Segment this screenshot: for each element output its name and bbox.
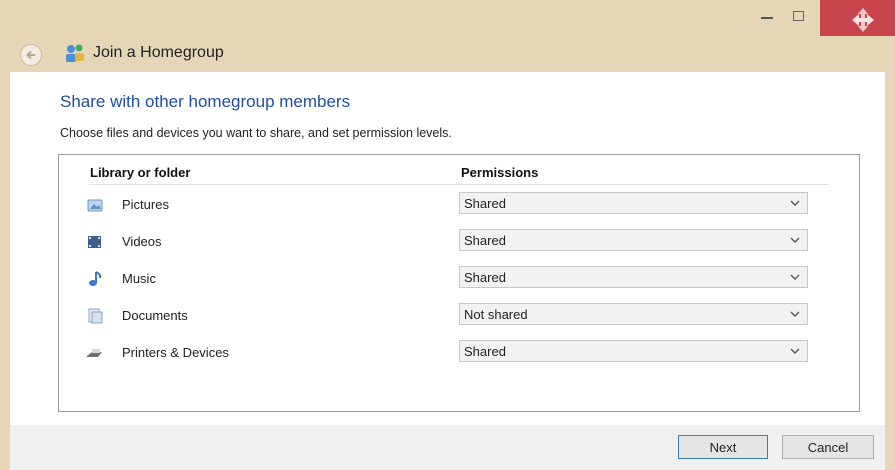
- library-label: Videos: [122, 234, 162, 249]
- cancel-button[interactable]: Cancel: [782, 435, 874, 459]
- printer-icon: [87, 349, 102, 357]
- pictures-icon: [87, 199, 103, 212]
- library-label: Documents: [122, 308, 188, 323]
- permission-select[interactable]: Not shared: [459, 303, 808, 325]
- library-label: Printers & Devices: [122, 345, 229, 360]
- list-item: Music Shared: [59, 266, 859, 292]
- instruction-text: Choose files and devices you want to sha…: [60, 126, 452, 140]
- back-arrow-icon: [26, 50, 35, 60]
- close-icon: [852, 8, 874, 32]
- sharing-panel: Library or folder Permissions Pictures S…: [58, 154, 860, 412]
- column-header-permissions: Permissions: [461, 165, 539, 180]
- library-label: Music: [122, 271, 156, 286]
- list-item: Pictures Shared: [59, 192, 859, 218]
- minimize-button[interactable]: [755, 6, 779, 26]
- permission-value: Shared: [464, 344, 506, 359]
- permission-value: Shared: [464, 270, 506, 285]
- dialog-footer: Next Cancel: [10, 425, 885, 470]
- chevron-down-icon: [790, 311, 800, 317]
- chevron-down-icon: [790, 200, 800, 206]
- title-bar: Join a Homegroup: [0, 0, 895, 72]
- permission-select[interactable]: Shared: [459, 340, 808, 362]
- header-divider: [89, 184, 829, 185]
- chevron-down-icon: [790, 274, 800, 280]
- window-title: Join a Homegroup: [93, 44, 224, 61]
- list-item: Printers & Devices Shared: [59, 340, 859, 366]
- documents-icon: [88, 308, 103, 324]
- column-header-library: Library or folder: [90, 165, 191, 180]
- list-item: Videos Shared: [59, 229, 859, 255]
- homegroup-icon: [66, 44, 84, 62]
- permission-select[interactable]: Shared: [459, 266, 808, 288]
- permission-select[interactable]: Shared: [459, 192, 808, 214]
- music-icon: [89, 271, 102, 286]
- main-content: Share with other homegroup members Choos…: [10, 72, 885, 425]
- permission-value: Shared: [464, 196, 506, 211]
- chevron-down-icon: [790, 348, 800, 354]
- chevron-down-icon: [790, 237, 800, 243]
- library-label: Pictures: [122, 197, 169, 212]
- maximize-button[interactable]: [786, 6, 810, 26]
- permission-select[interactable]: Shared: [459, 229, 808, 251]
- permission-value: Not shared: [464, 307, 528, 322]
- list-item: Documents Not shared: [59, 303, 859, 329]
- permission-value: Shared: [464, 233, 506, 248]
- page-heading: Share with other homegroup members: [60, 92, 351, 111]
- videos-icon: [88, 236, 101, 248]
- back-button[interactable]: [20, 44, 42, 66]
- next-button[interactable]: Next: [678, 435, 768, 459]
